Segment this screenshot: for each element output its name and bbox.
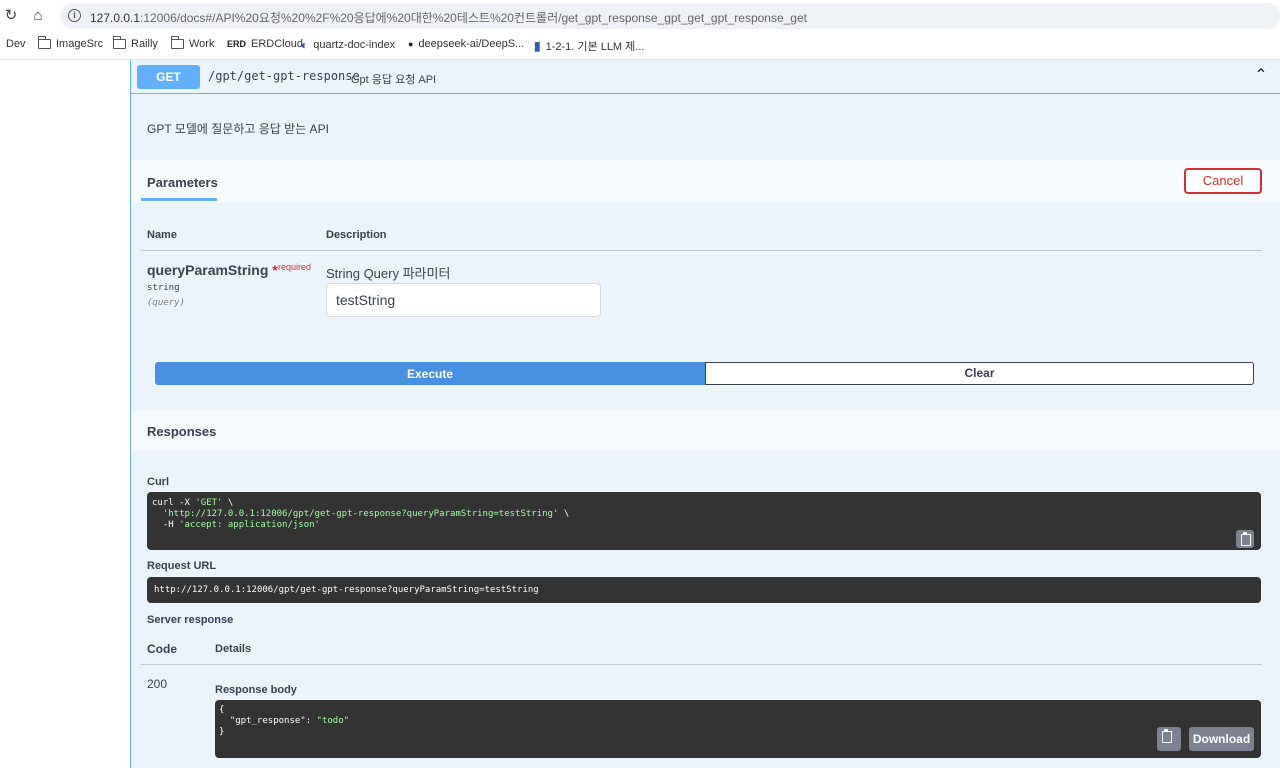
- operation-summary-text: Gpt 응답 요청 API: [351, 74, 437, 86]
- operation-block: GET /gpt/get-gpt-response Gpt 응답 요청 API …: [130, 60, 1280, 768]
- divider: [141, 250, 1262, 251]
- method-badge: GET: [137, 65, 200, 89]
- parameters-header: Parameters Cancel: [131, 160, 1280, 202]
- book-icon: ▮: [534, 39, 541, 53]
- tab-parameters[interactable]: Parameters: [147, 175, 218, 190]
- clear-button[interactable]: Clear: [705, 362, 1254, 385]
- bookmark-work[interactable]: Work: [171, 36, 214, 50]
- request-url-block[interactable]: http://127.0.0.1:12006/gpt/get-gpt-respo…: [147, 577, 1261, 603]
- body-line: "gpt_response": "todo": [229, 716, 350, 726]
- bookmark-imagesrc[interactable]: ImageSrc: [38, 36, 103, 50]
- download-button[interactable]: Download: [1189, 727, 1254, 751]
- param-location: (query): [147, 298, 185, 308]
- globe-icon: ◐: [301, 38, 309, 52]
- response-body-label: Response body: [215, 684, 297, 696]
- param-description: String Query 파라미터: [326, 266, 451, 281]
- curl-label: Curl: [147, 476, 169, 488]
- curl-code-block[interactable]: curl -X 'GET' \ 'http://127.0.0.1:12006/…: [147, 492, 1261, 550]
- required-star: *: [272, 262, 278, 278]
- reload-icon[interactable]: ↻: [2, 7, 20, 25]
- url-text: 127.0.0.1:12006/docs#/API%20요청%20%2F%20응…: [90, 11, 807, 25]
- bookmark-dev[interactable]: Dev: [6, 38, 26, 50]
- responses-header: Responses: [131, 410, 1280, 450]
- column-details-header: Details: [215, 643, 252, 655]
- response-code: 200: [147, 677, 168, 691]
- github-icon: ●: [408, 39, 414, 49]
- site-info-icon[interactable]: i: [68, 9, 81, 22]
- folder-icon: [38, 36, 51, 49]
- curl-line: -H 'accept: application/json': [152, 520, 320, 530]
- bookmark-llm[interactable]: ▮ 1-2-1. 기본 LLM 제...: [534, 38, 644, 54]
- body-line: {: [219, 705, 225, 715]
- operation-path: /gpt/get-gpt-response: [208, 69, 360, 83]
- response-body-block[interactable]: { "gpt_response": "todo" }: [215, 700, 1261, 758]
- query-param-input[interactable]: testString: [326, 283, 601, 317]
- cancel-button[interactable]: Cancel: [1184, 168, 1262, 194]
- folder-icon: [171, 36, 184, 49]
- param-required-label: required: [278, 262, 312, 272]
- server-response-label: Server response: [147, 614, 234, 626]
- folder-icon: [113, 36, 126, 49]
- browser-toolbar: ↻ ⌂ i 127.0.0.1:12006/docs#/API%20요청%20%…: [0, 0, 1280, 32]
- param-type: string: [147, 283, 180, 293]
- copy-icon[interactable]: [1236, 530, 1254, 548]
- column-code-header: Code: [147, 642, 177, 656]
- tab-underline: [141, 198, 217, 201]
- column-description-header: Description: [326, 229, 387, 241]
- responses-title: Responses: [147, 424, 217, 439]
- bookmark-deepseek[interactable]: ● deepseek-ai/DeepS...: [408, 38, 524, 50]
- curl-line: curl -X 'GET' \: [152, 498, 234, 508]
- chevron-up-icon[interactable]: ⌃: [1252, 67, 1270, 85]
- operation-description: GPT 모델에 질문하고 응답 받는 API: [147, 122, 329, 136]
- execute-button[interactable]: Execute: [155, 362, 705, 385]
- divider: [141, 664, 1262, 665]
- address-bar[interactable]: i 127.0.0.1:12006/docs#/API%20요청%20%2F%2…: [60, 3, 1280, 29]
- copy-icon[interactable]: [1157, 727, 1181, 751]
- param-name: queryParamString *: [147, 262, 278, 278]
- column-name-header: Name: [147, 229, 177, 241]
- operation-summary[interactable]: GET /gpt/get-gpt-response Gpt 응답 요청 API …: [131, 60, 1280, 94]
- bookmark-railly[interactable]: Railly: [113, 36, 158, 50]
- bookmark-quartz[interactable]: ◐ quartz-doc-index: [301, 38, 395, 52]
- bookmark-erdcloud[interactable]: ERD ERDCloud: [227, 38, 303, 50]
- body-line: }: [219, 727, 225, 737]
- bookmarks-bar: Dev ImageSrc Railly Work ERD ERDCloud ◐ qu…: [0, 32, 1280, 60]
- home-icon[interactable]: ⌂: [29, 7, 47, 25]
- erd-icon: ERD: [227, 39, 247, 49]
- curl-line: 'http://127.0.0.1:12006/gpt/get-gpt-resp…: [162, 509, 570, 519]
- request-url-label: Request URL: [147, 560, 217, 572]
